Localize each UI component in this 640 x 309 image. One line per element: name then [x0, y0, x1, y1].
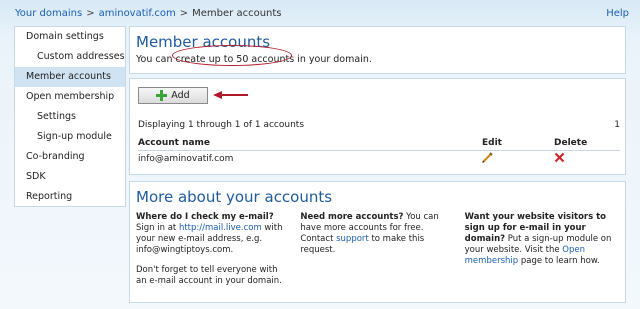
pencil-icon[interactable]	[482, 152, 493, 163]
breadcrumb-separator: >	[179, 7, 189, 19]
support-link[interactable]: support	[336, 234, 369, 244]
page-title: Member accounts	[136, 33, 271, 51]
more-info-column-more-accounts: Need more accounts? You can have more ac…	[300, 212, 454, 287]
breadcrumb-current: Member accounts	[192, 7, 282, 19]
help-link[interactable]: Help	[606, 8, 629, 19]
sidebar-item-open-membership[interactable]: Open membership	[15, 87, 125, 107]
column-header-delete: Delete	[554, 138, 588, 148]
edit-cell	[482, 152, 554, 166]
account-name-cell: info@aminovatif.com	[138, 154, 234, 164]
column-header-account-name: Account name	[138, 138, 211, 148]
accounts-table: Account name Edit Delete info@aminovatif…	[138, 136, 620, 167]
table-row: info@aminovatif.com	[138, 151, 620, 167]
delete-x-icon[interactable]	[554, 152, 565, 163]
breadcrumb-separator: >	[86, 7, 95, 19]
accounts-panel: Add Displaying 1 through 1 of 1 accounts…	[129, 78, 626, 175]
mail-live-link[interactable]: http://mail.live.com	[179, 223, 262, 233]
more-info-columns: Where do I check my e-mail? Sign in at h…	[136, 212, 619, 287]
breadcrumb-your-domains[interactable]: Your domains	[15, 8, 82, 19]
tell-everyone-text: Don't forget to tell everyone with an e-…	[136, 265, 282, 286]
sidebar-item-reporting[interactable]: Reporting	[15, 187, 125, 207]
more-info-column-check-email: Where do I check my e-mail? Sign in at h…	[136, 212, 290, 287]
header-panel: Member accounts You can create up to 50 …	[129, 26, 626, 74]
sidebar: Domain settings Custom addresses Member …	[14, 26, 126, 207]
account-limit-text: You can create up to 50 accounts in your…	[136, 54, 372, 65]
annotation-arrow-icon	[213, 91, 248, 99]
sign-up-answer-2: page to learn how.	[518, 256, 600, 266]
more-accounts-text: Need more accounts? You can have more ac…	[300, 212, 454, 256]
sign-up-text: Want your website visitors to sign up fo…	[465, 212, 619, 267]
column-header-edit: Edit	[482, 138, 502, 148]
breadcrumb: Your domains > aminovatif.com > Member a…	[15, 8, 282, 19]
pagination-row: Displaying 1 through 1 of 1 accounts 1	[138, 120, 620, 130]
check-email-text: Where do I check my e-mail? Sign in at h…	[136, 212, 290, 256]
sidebar-item-settings[interactable]: Settings	[15, 107, 125, 127]
sidebar-item-sdk[interactable]: SDK	[15, 167, 125, 187]
sidebar-item-co-branding[interactable]: Co-branding	[15, 147, 125, 167]
breadcrumb-domain[interactable]: aminovatif.com	[99, 8, 176, 19]
delete-cell	[554, 152, 620, 166]
more-info-title: More about your accounts	[136, 188, 333, 206]
check-email-answer-1: Sign in at	[136, 223, 179, 233]
sidebar-item-custom-addresses[interactable]: Custom addresses	[15, 47, 125, 67]
page-number[interactable]: 1	[614, 120, 620, 130]
more-info-panel: More about your accounts Where do I chec…	[129, 181, 626, 303]
sidebar-item-sign-up-module[interactable]: Sign-up module	[15, 127, 125, 147]
check-email-question: Where do I check my e-mail?	[136, 212, 274, 222]
add-account-button[interactable]: Add	[138, 87, 208, 104]
sidebar-item-domain-settings[interactable]: Domain settings	[15, 27, 125, 47]
more-info-column-sign-up: Want your website visitors to sign up fo…	[465, 212, 619, 287]
sidebar-item-member-accounts[interactable]: Member accounts	[15, 67, 125, 87]
table-header: Account name Edit Delete	[138, 136, 620, 151]
more-accounts-question: Need more accounts?	[300, 212, 404, 222]
top-bar: Your domains > aminovatif.com > Member a…	[0, 0, 640, 26]
plus-icon	[156, 90, 168, 101]
displaying-text: Displaying 1 through 1 of 1 accounts	[138, 120, 305, 130]
add-button-label: Add	[171, 90, 190, 101]
